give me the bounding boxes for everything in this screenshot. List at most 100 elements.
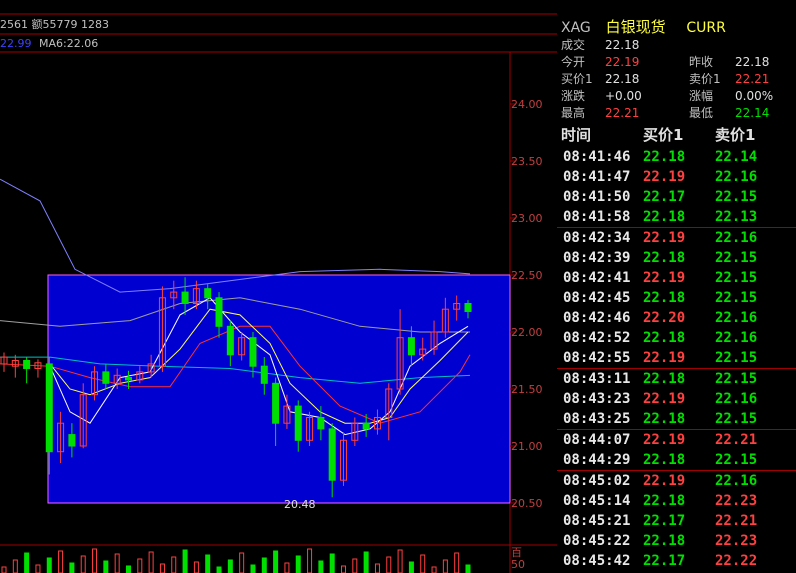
- quote-side-panel: XAG 白银现货 CURR 成交 22.18 今开 22.19 昨收 22.18 买价1 22…: [557, 0, 796, 573]
- ticks-header-time: 时间: [561, 126, 592, 144]
- tick-ask: 22.21: [715, 432, 758, 448]
- volume-bar: [408, 561, 414, 573]
- tick-list[interactable]: 08:41:46 22.18 22.14 08:41:47 22.19 22.16 08:4…: [557, 147, 796, 571]
- tick-bid: 22.18: [643, 411, 686, 427]
- volume-bar: [159, 563, 165, 573]
- tick-time: 08:44:29: [563, 452, 631, 468]
- kline-chart-panel[interactable]: 24.00 23.50 23.00 22.50 22.00 21.50 21.00 20.50…: [0, 0, 557, 573]
- tick-time: 08:44:07: [563, 432, 631, 448]
- volume-bar: [12, 559, 18, 573]
- tick-row[interactable]: 08:45:02 22.19 22.16: [557, 471, 796, 491]
- tick-row[interactable]: 08:41:46 22.18 22.14: [557, 147, 796, 167]
- candle-body: [328, 428, 336, 481]
- tick-time: 08:42:39: [563, 250, 631, 266]
- quote-label: 昨收: [689, 55, 714, 69]
- tick-bid: 22.17: [643, 189, 686, 205]
- volume-bar: [431, 566, 437, 573]
- quote-value: +0.00: [605, 89, 642, 103]
- volume-bar: [182, 549, 188, 573]
- tick-row[interactable]: 08:44:29 22.18 22.15: [557, 450, 796, 470]
- candle-body: [226, 325, 234, 356]
- quote-value: 22.19: [605, 55, 640, 69]
- quote-table: 成交 22.18 今开 22.19 昨收 22.18 买价1 22.18 卖价1 22.21 涨跌 +…: [561, 37, 793, 122]
- ticks-header-ask: 卖价1: [715, 126, 756, 144]
- tick-time: 08:41:58: [563, 209, 631, 225]
- instrument-code: XAG: [561, 20, 591, 36]
- tick-row[interactable]: 08:42:41 22.19 22.15: [557, 268, 796, 288]
- tick-bid: 22.18: [643, 493, 686, 509]
- ticks-header-bid: 买价1: [643, 126, 684, 144]
- quote-value: 22.18: [605, 38, 640, 52]
- candle-body: [272, 382, 280, 424]
- volume-bar: [239, 552, 245, 573]
- tick-row[interactable]: 08:41:50 22.17 22.15: [557, 187, 796, 207]
- tick-ask: 22.16: [715, 169, 758, 185]
- kline-chart[interactable]: 24.00 23.50 23.00 22.50 22.00 21.50 21.00 20.50…: [0, 0, 557, 573]
- tick-row[interactable]: 08:45:42 22.17 22.22: [557, 551, 796, 571]
- price-tick-label: 22.00: [511, 326, 543, 339]
- volume-bar: [341, 565, 347, 573]
- tick-bid: 22.19: [643, 169, 686, 185]
- tick-row[interactable]: 08:45:22 22.18 22.23: [557, 531, 796, 551]
- tick-row[interactable]: 08:42:52 22.18 22.16: [557, 328, 796, 348]
- volume-bar: [397, 549, 403, 573]
- volume-bar: [386, 556, 392, 573]
- tick-time: 08:43:23: [563, 391, 631, 407]
- tick-row[interactable]: 08:44:07 22.19 22.21: [557, 430, 796, 450]
- volume-bar: [216, 566, 222, 573]
- volume-bar: [148, 551, 154, 573]
- tick-row[interactable]: 08:43:23 22.19 22.16: [557, 389, 796, 409]
- tick-ask: 22.15: [715, 411, 758, 427]
- tick-row[interactable]: 08:42:34 22.19 22.16: [557, 228, 796, 248]
- candle-body: [23, 360, 31, 369]
- tick-row[interactable]: 08:42:39 22.18 22.15: [557, 248, 796, 268]
- ma6-value: MA6:22.06: [39, 37, 99, 50]
- volume-bar: [442, 559, 448, 573]
- instrument-name: 白银现货: [605, 18, 666, 36]
- tick-ask: 22.15: [715, 371, 758, 387]
- tick-time: 08:45:22: [563, 533, 631, 549]
- candle-body: [181, 291, 189, 305]
- tick-time: 08:45:42: [563, 553, 631, 569]
- volume-bar: [227, 559, 233, 573]
- tick-row[interactable]: 08:43:11 22.18 22.15: [557, 369, 796, 389]
- tick-ask: 22.15: [715, 290, 758, 306]
- tick-bid: 22.18: [643, 149, 686, 165]
- candle-body: [45, 363, 53, 453]
- tick-row[interactable]: 08:41:47 22.19 22.16: [557, 167, 796, 187]
- tick-time: 08:42:41: [563, 270, 631, 286]
- tick-bid: 22.17: [643, 513, 686, 529]
- quote-label: 买价1: [561, 72, 593, 86]
- tick-ask: 22.16: [715, 310, 758, 326]
- tick-row[interactable]: 08:42:45 22.18 22.15: [557, 288, 796, 308]
- volume-bar: [205, 554, 211, 573]
- tick-time: 08:42:46: [563, 310, 631, 326]
- tick-time: 08:42:45: [563, 290, 631, 306]
- tick-ask: 22.15: [715, 189, 758, 205]
- tick-time: 08:42:55: [563, 350, 631, 366]
- tick-time: 08:42:34: [563, 230, 631, 246]
- ma5-value: 22.99: [0, 37, 32, 50]
- quote-row: 买价1 22.18 卖价1 22.21: [561, 71, 793, 88]
- candle-body: [362, 422, 370, 430]
- tick-bid: 22.19: [643, 350, 686, 366]
- volume-bar: [137, 558, 143, 573]
- volume-bar: [352, 558, 358, 573]
- tick-time: 08:41:46: [563, 149, 631, 165]
- quote-label: 最高: [561, 106, 586, 120]
- tick-row[interactable]: 08:42:55 22.19 22.15: [557, 348, 796, 368]
- tick-row[interactable]: 08:41:58 22.18 22.13: [557, 207, 796, 227]
- volume-bar: [420, 554, 426, 573]
- tick-row[interactable]: 08:45:14 22.18 22.23: [557, 491, 796, 511]
- volume-bar: [193, 561, 199, 573]
- volume-bar: [35, 564, 41, 573]
- tick-row[interactable]: 08:42:46 22.20 22.16: [557, 308, 796, 328]
- tick-row[interactable]: 08:45:21 22.17 22.21: [557, 511, 796, 531]
- volume-bar: [114, 553, 120, 573]
- tick-time: 08:41:50: [563, 189, 631, 205]
- tick-bid: 22.20: [643, 310, 686, 326]
- volume-bar: [374, 563, 380, 573]
- volume-bar: [318, 560, 324, 573]
- tick-bid: 22.17: [643, 553, 686, 569]
- tick-row[interactable]: 08:43:25 22.18 22.15: [557, 409, 796, 429]
